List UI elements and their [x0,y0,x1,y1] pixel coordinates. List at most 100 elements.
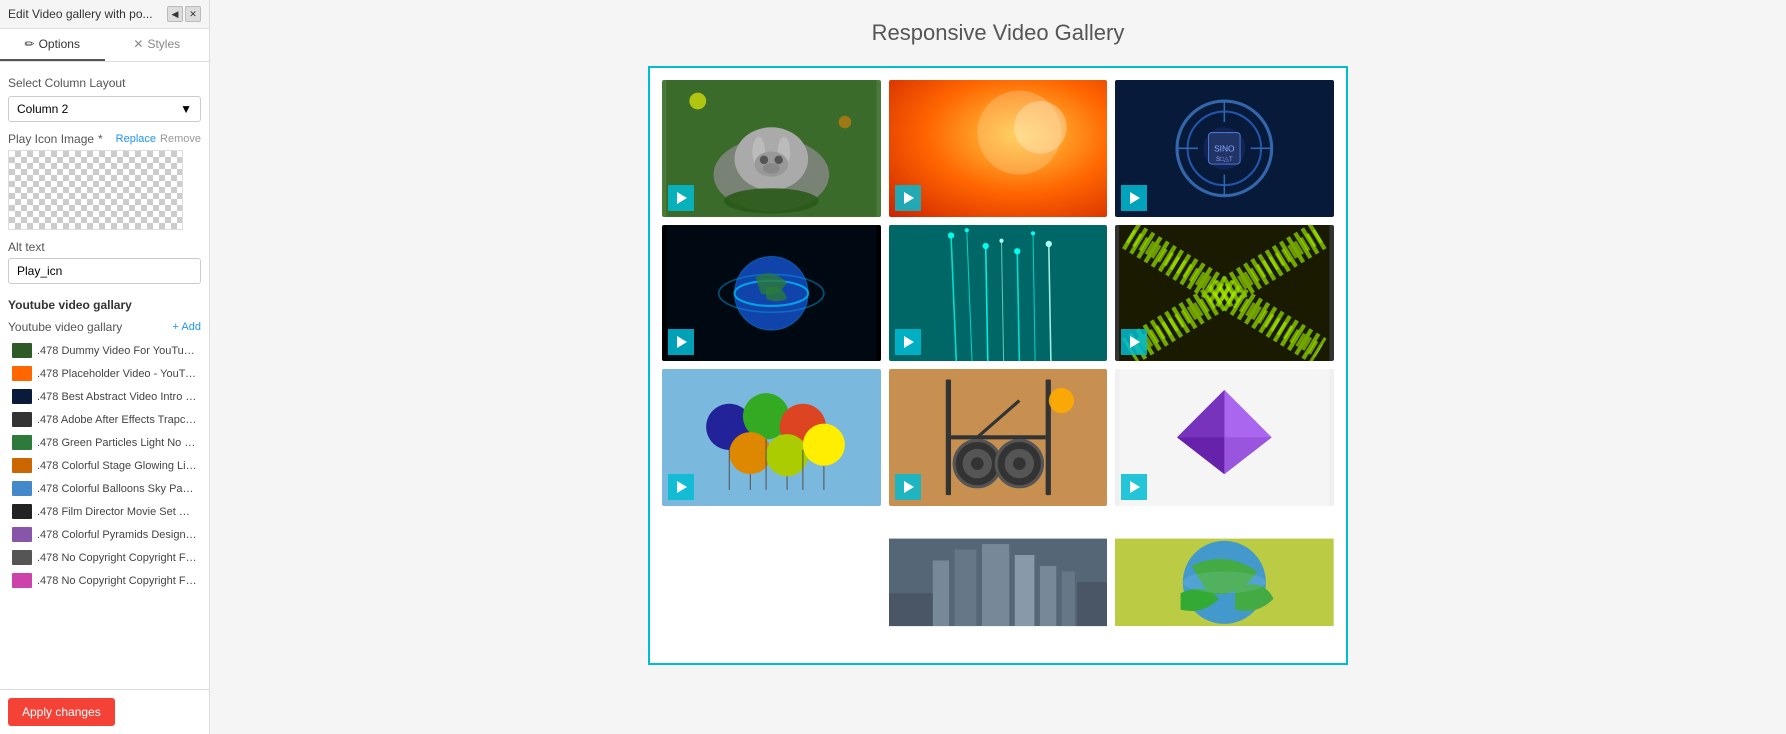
gallery-cell-9[interactable] [1115,369,1334,506]
youtube-section-title: Youtube video gallary [8,298,201,312]
sidebar: Edit Video gallery with po... ◀ ✕ ✏ Opti… [0,0,210,734]
svg-text:S□△T: S□△T [1216,156,1233,163]
video-list-item[interactable]: .478 Film Director Movie Set No Copyr [8,501,201,522]
film-thumbnail [889,369,1108,506]
gallery-cell-6[interactable] [1115,225,1334,362]
video-list-item[interactable]: .478 Green Particles Light No Copyrigh [8,432,201,453]
svg-text:SINO: SINO [1214,143,1235,153]
circuit-thumbnail: SINO S□△T [1115,80,1334,217]
tab-styles-label: Styles [147,37,180,51]
gallery-grid: SINO S□△T [662,80,1334,506]
play-button-6[interactable] [1121,329,1147,355]
gallery-label: Youtube video gallary [8,320,122,334]
main-content: Responsive Video Gallery [210,0,1786,734]
play-triangle-icon [1130,336,1140,348]
alt-text-label: Alt text [8,240,201,254]
grid-x-thumbnail [1115,225,1334,362]
video-item-label: .478 Colorful Pyramids Design No Cop [37,529,197,541]
video-list-item[interactable]: .478 Colorful Balloons Sky Party No Co [8,478,201,499]
column-layout-value: Column 2 [17,102,68,116]
play-button-4[interactable] [668,329,694,355]
gallery-cell-5[interactable] [889,225,1108,362]
play-triangle-icon [1130,192,1140,204]
gallery-container: SINO S□△T [648,66,1348,665]
apply-changes-button[interactable]: Apply changes [8,698,115,726]
alt-text-input[interactable] [8,258,201,284]
play-button-5[interactable] [895,329,921,355]
sidebar-footer: Apply changes [0,689,209,734]
gallery-cell-10[interactable] [889,514,1108,651]
play-triangle-icon [1130,481,1140,493]
partial-gallery-row [662,514,1334,651]
play-button-9[interactable] [1121,474,1147,500]
column-layout-dropdown[interactable]: Column 2 ▼ [8,96,201,122]
replace-button[interactable]: Replace [116,133,156,145]
video-list-item[interactable]: .478 Placeholder Video - YouTube [8,363,201,384]
city-thumbnail [889,514,1108,651]
play-button-7[interactable] [668,474,694,500]
video-item-label: .478 Best Abstract Video Intro HD - You [37,391,197,403]
video-list-item[interactable]: .478 Adobe After Effects Trapcode Ear [8,409,201,430]
play-triangle-icon [904,192,914,204]
video-thumbnail [12,481,32,496]
video-list-item[interactable]: .478 Colorful Stage Glowing Lights No [8,455,201,476]
video-list-item[interactable]: .478 Dummy Video For YouTube API Te [8,340,201,361]
gallery-cell-4[interactable] [662,225,881,362]
play-icon-section: Play Icon Image * Replace Remove [8,132,201,230]
gallery-cell-8[interactable] [889,369,1108,506]
video-list-item[interactable]: .478 No Copyright Copyright Free Vide [8,547,201,568]
video-thumbnail [12,343,32,358]
video-list-item[interactable]: .478 Best Abstract Video Intro HD - You [8,386,201,407]
video-thumbnail [12,389,32,404]
video-list-item[interactable]: .478 No Copyright Copyright Free Vide [8,570,201,591]
tab-options-label: Options [39,37,80,51]
video-item-label: .478 No Copyright Copyright Free Vide [37,552,197,564]
sidebar-title: Edit Video gallery with po... [8,7,153,21]
play-triangle-icon [677,481,687,493]
gallery-label-row: Youtube video gallary + Add [8,320,201,334]
remove-button[interactable]: Remove [160,133,201,145]
minimize-button[interactable]: ◀ [167,6,183,22]
particles-thumbnail [889,225,1108,362]
play-button-2[interactable] [895,185,921,211]
page-title: Responsive Video Gallery [240,20,1756,46]
gallery-cell-1[interactable] [662,80,881,217]
sidebar-header: Edit Video gallery with po... ◀ ✕ [0,0,209,29]
close-header-button[interactable]: ✕ [185,6,201,22]
sidebar-content: Select Column Layout Column 2 ▼ Play Ico… [0,62,209,689]
play-triangle-icon [677,192,687,204]
video-item-label: .478 Dummy Video For YouTube API Te [37,345,197,357]
tab-styles[interactable]: ✕ Styles [105,29,210,61]
play-button-1[interactable] [668,185,694,211]
gallery-cell-2[interactable] [889,80,1108,217]
play-triangle-icon [677,336,687,348]
gem-thumbnail [1115,369,1334,506]
x-icon: ✕ [133,37,143,51]
play-triangle-icon [904,481,914,493]
orange-thumbnail [889,80,1108,217]
tab-options[interactable]: ✏ Options [0,29,105,61]
play-icon-preview [8,150,183,230]
play-button-3[interactable] [1121,185,1147,211]
play-button-8[interactable] [895,474,921,500]
gallery-cell-7[interactable] [662,369,881,506]
sidebar-header-buttons: ◀ ✕ [167,6,201,22]
sidebar-tabs: ✏ Options ✕ Styles [0,29,209,62]
video-item-label: .478 Green Particles Light No Copyrigh [37,437,197,449]
gallery-cell-11[interactable] [1115,514,1334,651]
play-triangle-icon [904,336,914,348]
video-list-item[interactable]: .478 Colorful Pyramids Design No Cop [8,524,201,545]
earth-thumbnail [662,225,881,362]
video-item-label: .478 Film Director Movie Set No Copyr [37,506,197,518]
add-video-button[interactable]: + Add [173,321,201,333]
video-item-label: .478 No Copyright Copyright Free Vide [37,575,197,587]
pencil-icon: ✏ [25,37,35,51]
video-item-label: .478 Adobe After Effects Trapcode Ear [37,414,197,426]
video-thumbnail [12,366,32,381]
rabbit-thumbnail [662,80,881,217]
gallery-cell-3[interactable]: SINO S□△T [1115,80,1334,217]
play-icon-label-row: Play Icon Image * Replace Remove [8,132,201,146]
earth2-thumbnail [1115,514,1334,651]
play-icon-actions: Replace Remove [116,133,201,145]
video-list: .478 Dummy Video For YouTube API Te .478 … [8,340,201,591]
